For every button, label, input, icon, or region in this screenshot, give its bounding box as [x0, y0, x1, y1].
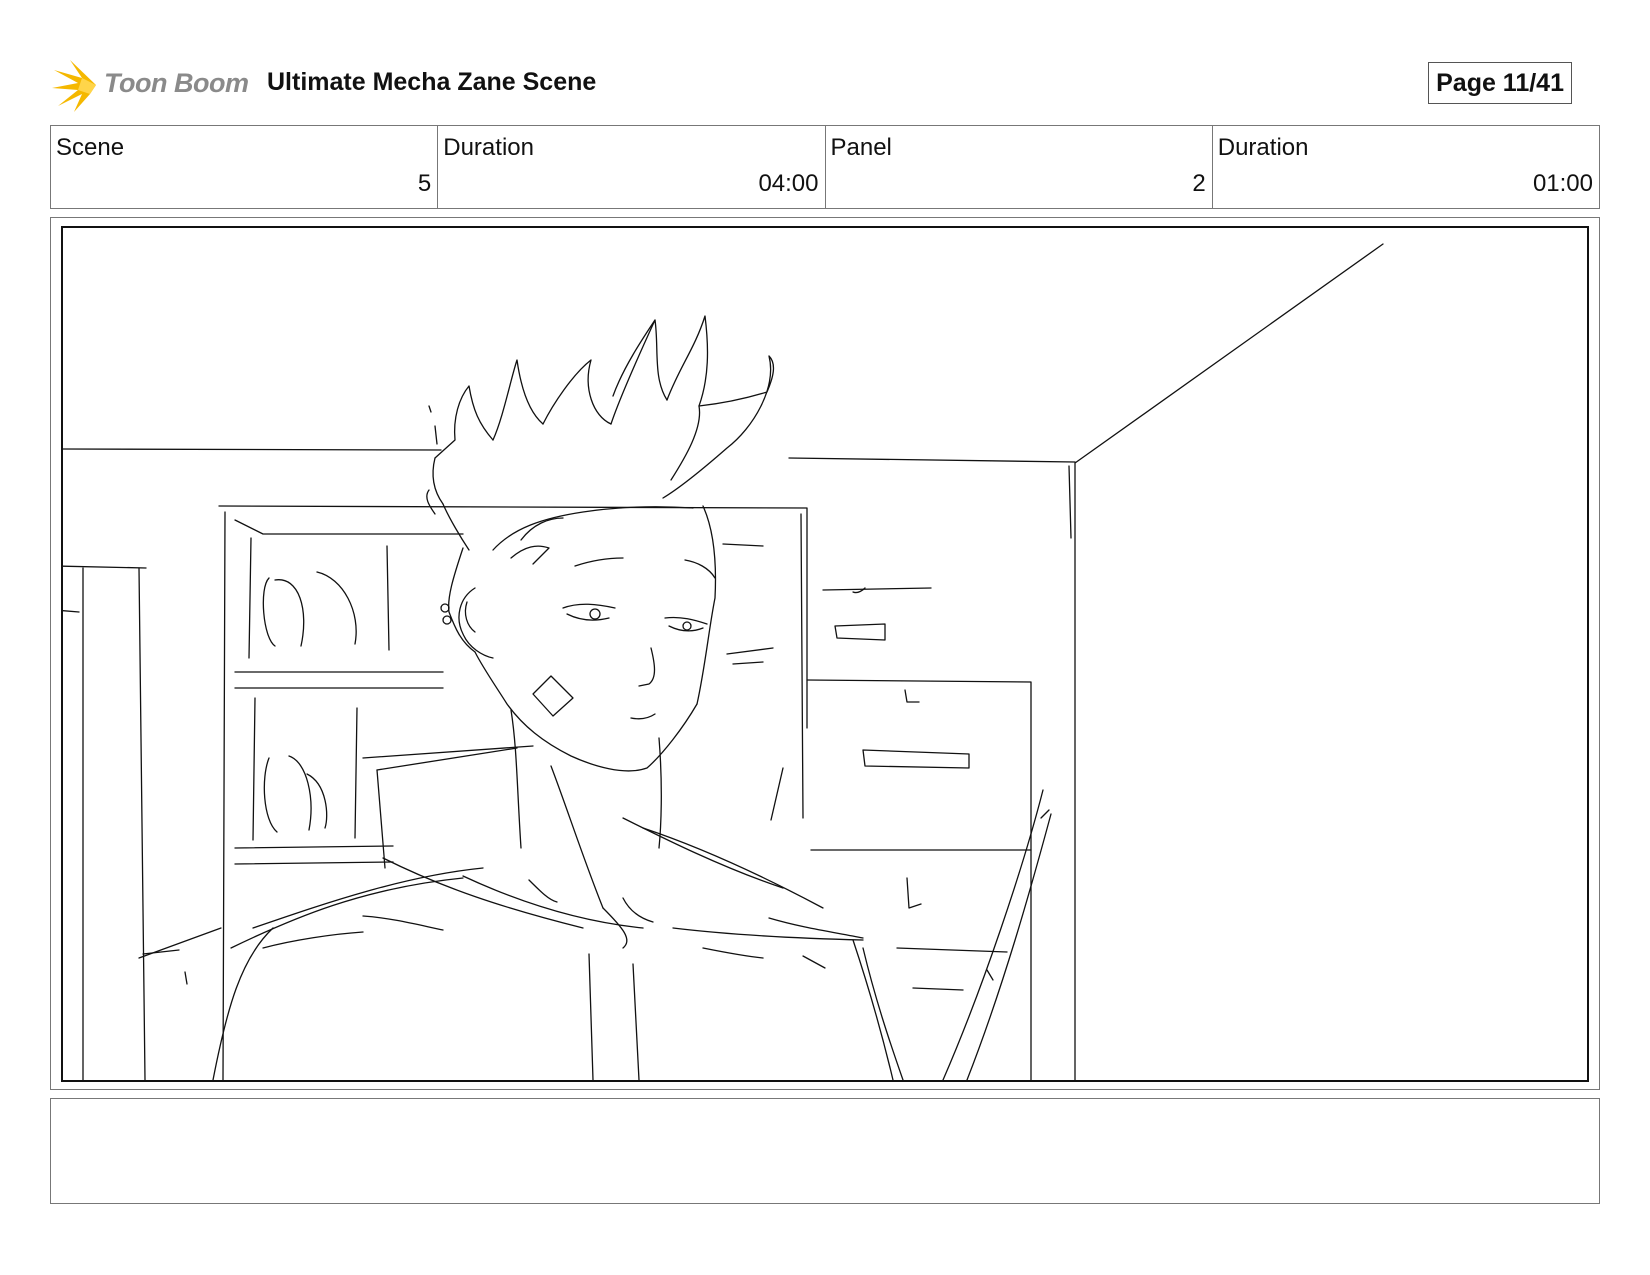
- scene-duration-value: 04:00: [758, 170, 819, 197]
- toon-boom-logo: Toon Boom: [52, 56, 252, 114]
- page-header: Toon Boom Ultimate Mecha Zane Scene Page…: [52, 56, 1602, 116]
- panel-label: Panel: [830, 134, 892, 161]
- document-title: Ultimate Mecha Zane Scene: [267, 68, 597, 96]
- panel-duration-label: Duration: [1217, 134, 1309, 161]
- toon-boom-star-icon: [52, 60, 96, 112]
- panel-value: 2: [1192, 170, 1206, 197]
- scene-cell: Scene 5: [51, 126, 439, 208]
- page-number: Page 11/41: [1428, 62, 1572, 104]
- panel-cell: Panel 2: [826, 126, 1213, 208]
- panel-duration-cell: Duration 01:00: [1213, 126, 1599, 208]
- sketch-drawing: [63, 243, 1384, 1080]
- scene-label: Scene: [56, 134, 125, 161]
- info-bar: Scene 5 Duration 04:00 Panel 2 Duration …: [50, 125, 1600, 209]
- scene-value: 5: [417, 170, 432, 197]
- scene-duration-cell: Duration 04:00: [438, 126, 826, 208]
- logo-text: Toon Boom: [104, 68, 249, 98]
- scene-duration-label: Duration: [443, 134, 534, 161]
- panel-frame: [50, 217, 1600, 1090]
- background-sketch: [63, 243, 1384, 1080]
- notes-box: [50, 1098, 1600, 1204]
- storyboard-page: Toon Boom Ultimate Mecha Zane Scene Page…: [0, 0, 1650, 1275]
- character-sketch: [212, 315, 904, 1080]
- panel-duration-value: 01:00: [1532, 170, 1593, 197]
- panel-image: [61, 226, 1589, 1082]
